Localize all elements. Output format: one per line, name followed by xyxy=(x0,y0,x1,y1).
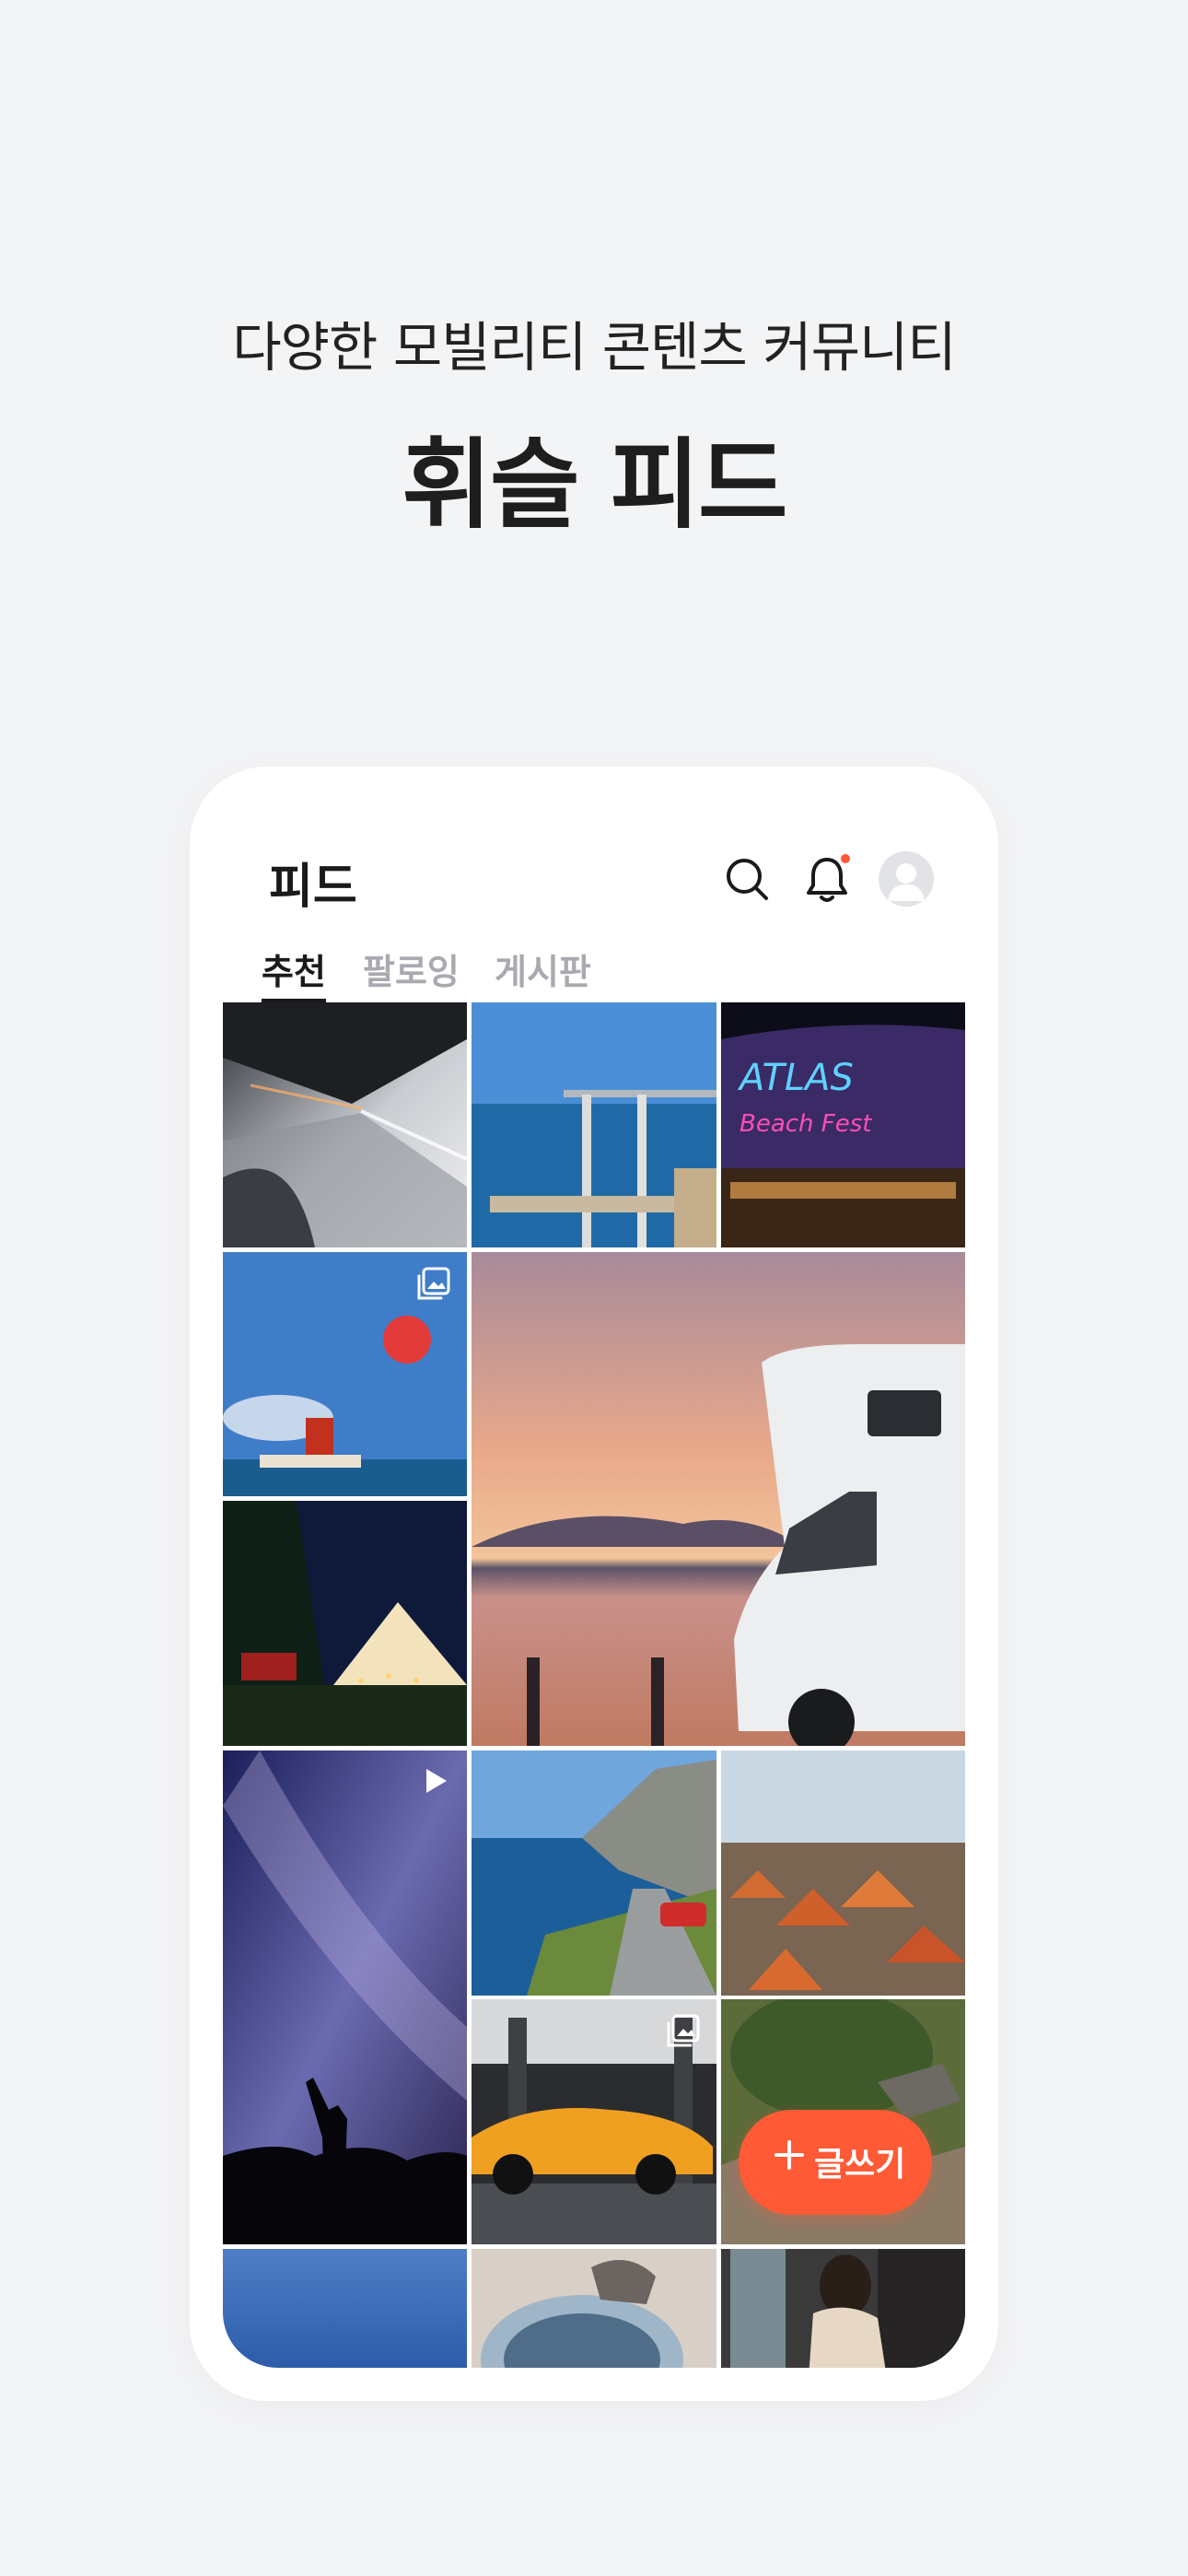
notification-button[interactable] xyxy=(801,854,853,906)
tab-board[interactable]: 게시판 xyxy=(495,943,591,994)
play-icon xyxy=(426,1769,447,1793)
feed-tile[interactable] xyxy=(472,1002,716,1247)
feed-tile[interactable] xyxy=(472,1252,965,1746)
multi-image-icon xyxy=(417,1267,450,1300)
feed-tile[interactable] xyxy=(472,1999,716,2244)
feed-tile[interactable] xyxy=(223,1501,467,1746)
svg-text:ATLAS: ATLAS xyxy=(737,1057,854,1099)
feed-tile[interactable]: ATLAS Beach Fest xyxy=(721,1002,965,1247)
search-icon xyxy=(727,859,768,900)
plus-icon xyxy=(775,2140,804,2170)
feed-tile[interactable] xyxy=(721,2249,965,2368)
feed-tile[interactable] xyxy=(223,1252,467,1496)
glass-dome-image xyxy=(472,2249,716,2368)
old-town-roofs-image xyxy=(721,1751,965,1996)
sea-pier-image xyxy=(472,1002,716,1247)
app-screen: 피드 추천 팔로잉 게시판 ATLAS Beach Fest 글쓰기 xyxy=(223,767,965,2368)
selfie-image xyxy=(721,2249,965,2368)
avatar[interactable] xyxy=(879,851,934,907)
search-button[interactable] xyxy=(722,854,774,906)
milky-way-image xyxy=(223,1751,467,2244)
neon-building-image: ATLAS Beach Fest xyxy=(721,1002,965,1247)
svg-text:Beach Fest: Beach Fest xyxy=(740,1110,872,1138)
write-post-label: 글쓰기 xyxy=(814,2146,906,2184)
tab-recommended[interactable]: 추천 xyxy=(262,943,326,994)
phone-frame: 피드 추천 팔로잉 게시판 ATLAS Beach Fest 글쓰기 xyxy=(190,767,998,2401)
blue-sky-image xyxy=(223,2249,467,2368)
feed-tile[interactable] xyxy=(223,2249,467,2368)
feed-tile[interactable] xyxy=(721,1751,965,1996)
multi-image-icon xyxy=(667,2014,700,2047)
promo-title: 휘슬 피드 xyxy=(402,428,788,542)
feed-tile[interactable] xyxy=(472,1751,716,1996)
notification-dot xyxy=(841,854,850,863)
feed-tile[interactable] xyxy=(223,1751,467,2244)
feed-tile[interactable] xyxy=(472,2249,716,2368)
feed-tile[interactable] xyxy=(223,1002,467,1247)
write-post-button[interactable]: 글쓰기 xyxy=(739,2110,932,2215)
camper-van-sunset-image xyxy=(472,1252,965,1746)
tunnel-car-image xyxy=(223,1002,467,1247)
coastal-road-image xyxy=(472,1751,716,1996)
page-title: 피드 xyxy=(269,860,357,915)
promo-subtitle: 다양한 모빌리티 콘텐츠 커뮤니티 xyxy=(232,316,956,379)
user-icon xyxy=(888,863,925,901)
tab-following[interactable]: 팔로잉 xyxy=(363,943,460,994)
glamping-tent-image xyxy=(223,1501,467,1746)
